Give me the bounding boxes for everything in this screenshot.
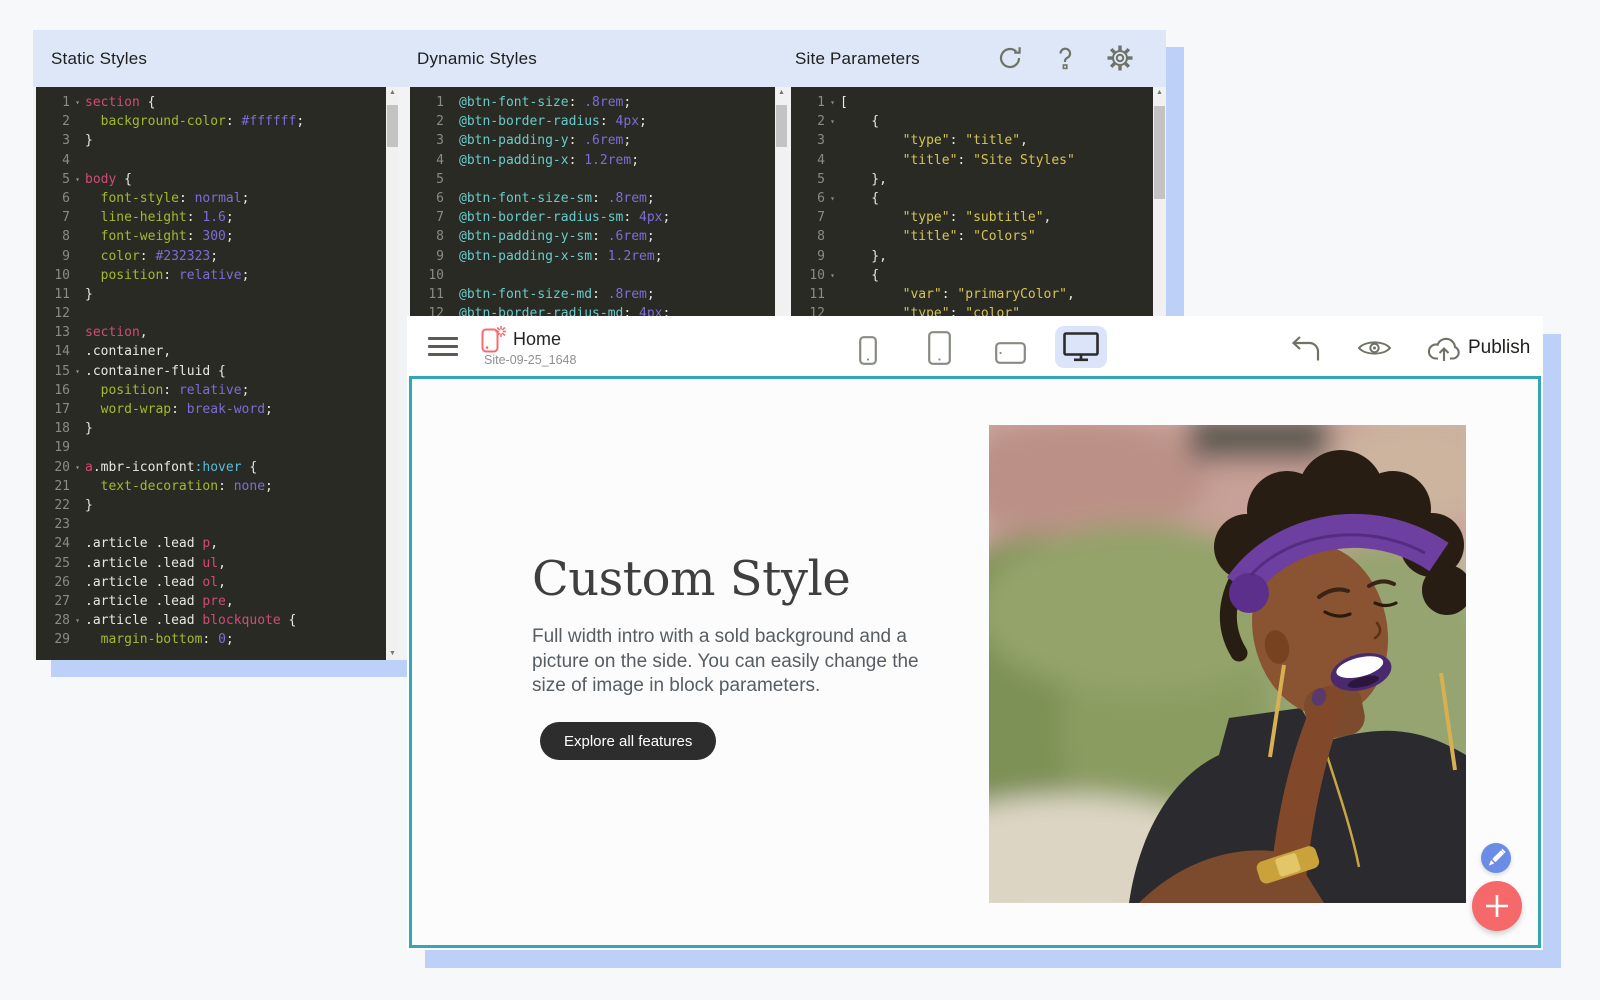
- code-line: 3}: [36, 131, 399, 150]
- code-line: 3@btn-padding-y: .6rem;: [410, 131, 788, 150]
- preview-eye-icon[interactable]: [1357, 338, 1392, 358]
- publish-button[interactable]: Publish: [1468, 337, 1530, 359]
- device-desktop-button[interactable]: [1055, 326, 1107, 368]
- scroll-up-arrow-icon[interactable]: ▲: [1153, 87, 1166, 99]
- pencil-icon: [1481, 843, 1511, 873]
- explore-features-button[interactable]: Explore all features: [540, 722, 716, 760]
- help-icon[interactable]: [1051, 44, 1079, 72]
- code-line: 4@btn-padding-x: 1.2rem;: [410, 151, 788, 170]
- device-tablet-landscape-icon[interactable]: [995, 342, 1026, 364]
- code-line: 13section,: [36, 323, 399, 342]
- scroll-down-arrow-icon[interactable]: ▼: [386, 648, 399, 660]
- code-line: 25.article .lead ul,: [36, 554, 399, 573]
- code-line: 7 line-height: 1.6;: [36, 208, 399, 227]
- code-line: 10▾ {: [791, 266, 1166, 285]
- plus-icon: [1472, 881, 1522, 931]
- builder-toolbar: Home Site-09-25_1648: [407, 316, 1543, 376]
- code-line: 8 font-weight: 300;: [36, 227, 399, 246]
- code-line: 1▾[: [791, 93, 1166, 112]
- device-phone-portrait-icon[interactable]: [859, 336, 877, 365]
- hero-heading[interactable]: Custom Style: [532, 551, 850, 607]
- code-line: 1▾section {: [36, 93, 399, 112]
- code-line: 7@btn-border-radius-sm: 4px;: [410, 208, 788, 227]
- code-line: 11}: [36, 285, 399, 304]
- code-line: 5▾body {: [36, 170, 399, 189]
- code-line: 8@btn-padding-y-sm: .6rem;: [410, 227, 788, 246]
- code-line: 19: [36, 438, 399, 457]
- settings-gear-icon[interactable]: [1106, 44, 1134, 72]
- code-line: 7 "type": "subtitle",: [791, 208, 1166, 227]
- site-name: Site-09-25_1648: [484, 353, 576, 367]
- code-line: 2 background-color: #ffffff;: [36, 112, 399, 131]
- code-line: 16 position: relative;: [36, 381, 399, 400]
- undo-icon[interactable]: [1285, 336, 1325, 361]
- code-line: 9@btn-padding-x-sm: 1.2rem;: [410, 247, 788, 266]
- code-line: 27.article .lead pre,: [36, 592, 399, 611]
- code-line: 23: [36, 515, 399, 534]
- code-line: 18}: [36, 419, 399, 438]
- site-parameters-title: Site Parameters: [795, 49, 920, 69]
- code-line: 22}: [36, 496, 399, 515]
- code-line: 9 },: [791, 247, 1166, 266]
- site-builder-window: Home Site-09-25_1648: [407, 316, 1543, 950]
- code-line: 24.article .lead p,: [36, 534, 399, 553]
- publish-cloud-icon[interactable]: [1427, 335, 1461, 362]
- scroll-up-arrow-icon[interactable]: ▲: [775, 87, 788, 99]
- hero-photo[interactable]: [989, 425, 1466, 903]
- code-line: 9 color: #232323;: [36, 247, 399, 266]
- code-line: 29 margin-bottom: 0;: [36, 630, 399, 649]
- code-line: 3 "type": "title",: [791, 131, 1166, 150]
- scroll-up-arrow-icon[interactable]: ▲: [386, 87, 399, 99]
- add-block-button[interactable]: [1472, 881, 1522, 931]
- editor-header-band: Static Styles Dynamic Styles Site Parame…: [33, 30, 1166, 87]
- code-line: 10 position: relative;: [36, 266, 399, 285]
- code-line: 17 word-wrap: break-word;: [36, 400, 399, 419]
- code-line: 11 "var": "primaryColor",: [791, 285, 1166, 304]
- code-line: 5: [410, 170, 788, 189]
- code-line: 10: [410, 266, 788, 285]
- code-line: 1@btn-font-size: .8rem;: [410, 93, 788, 112]
- code-line: 4 "title": "Site Styles": [791, 151, 1166, 170]
- static-styles-title: Static Styles: [51, 49, 147, 69]
- code-line: 2@btn-border-radius: 4px;: [410, 112, 788, 131]
- hero-paragraph[interactable]: Full width intro with a sold background …: [532, 625, 932, 699]
- page-preview-canvas: Custom Style Full width intro with a sol…: [409, 376, 1541, 948]
- refresh-icon[interactable]: [996, 44, 1024, 72]
- code-line: 8 "title": "Colors": [791, 227, 1166, 246]
- code-line: 2▾ {: [791, 112, 1166, 131]
- device-tablet-portrait-icon[interactable]: [928, 331, 951, 365]
- code-line: 11@btn-font-size-md: .8rem;: [410, 285, 788, 304]
- code-line: 21 text-decoration: none;: [36, 477, 399, 496]
- new-site-phone-icon: [480, 325, 506, 353]
- static-scrollbar[interactable]: ▲ ▼: [386, 87, 399, 660]
- edit-pencil-button[interactable]: [1481, 843, 1511, 873]
- code-line: 15▾.container-fluid {: [36, 362, 399, 381]
- code-line: 6▾ {: [791, 189, 1166, 208]
- code-line: 6@btn-font-size-sm: .8rem;: [410, 189, 788, 208]
- code-line: 28▾.article .lead blockquote {: [36, 611, 399, 630]
- code-line: 4: [36, 151, 399, 170]
- code-line: 6 font-style: normal;: [36, 189, 399, 208]
- code-line: 26.article .lead ol,: [36, 573, 399, 592]
- dynamic-styles-title: Dynamic Styles: [417, 49, 537, 69]
- app-root: { "colors":{ "accent_teal":"#33a7b5","ac…: [0, 0, 1600, 1000]
- menu-icon[interactable]: [428, 337, 458, 357]
- page-title[interactable]: Home: [513, 329, 561, 350]
- static-styles-code-editor[interactable]: 1▾section {2 background-color: #ffffff;3…: [36, 87, 399, 660]
- code-line: 14.container,: [36, 342, 399, 361]
- code-line: 5 },: [791, 170, 1166, 189]
- device-desktop-icon: [1063, 332, 1099, 362]
- code-line: 20▾a.mbr-iconfont:hover {: [36, 458, 399, 477]
- code-line: 12: [36, 304, 399, 323]
